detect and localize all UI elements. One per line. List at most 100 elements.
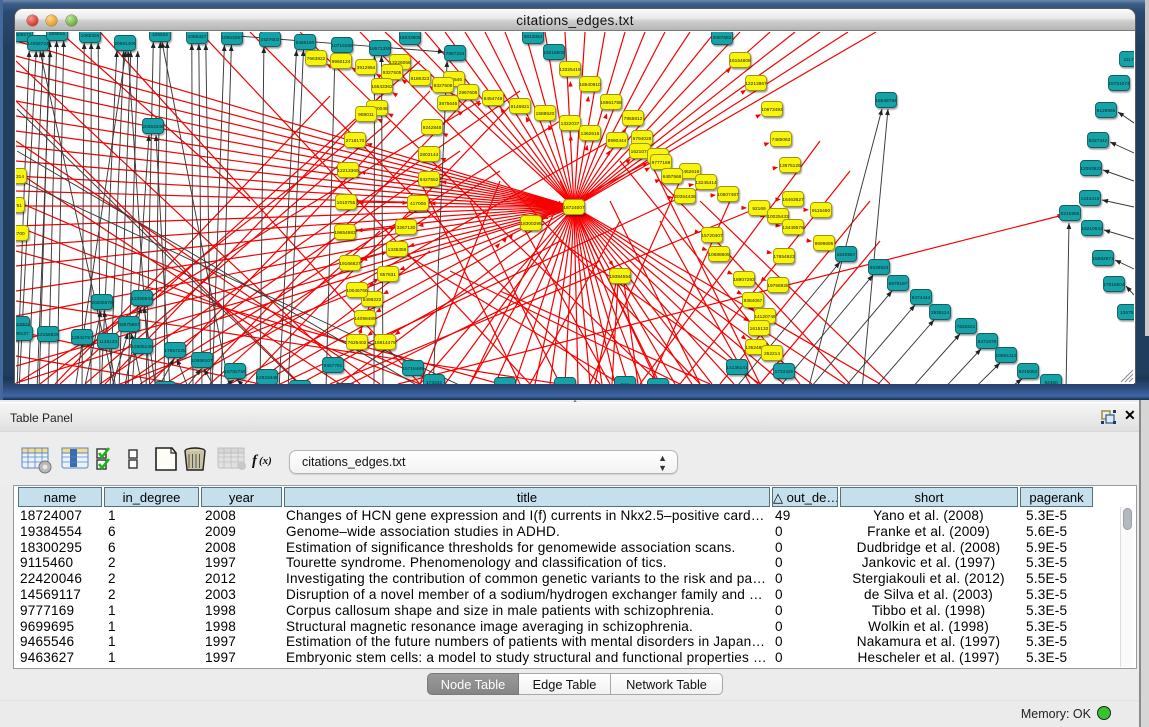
svg-text:129: 129 bbox=[501, 383, 509, 384]
svg-text:9327508: 9327508 bbox=[434, 83, 453, 89]
svg-text:3912954: 3912954 bbox=[357, 65, 376, 71]
svg-text:16671355: 16671355 bbox=[369, 46, 391, 52]
svg-text:1610755: 1610755 bbox=[337, 200, 356, 206]
svg-text:10688609: 10688609 bbox=[708, 252, 730, 258]
svg-text:9457791: 9457791 bbox=[324, 363, 343, 369]
svg-text:9474444: 9474444 bbox=[912, 295, 931, 301]
svg-text:12213369: 12213369 bbox=[337, 168, 359, 174]
svg-text:9777169: 9777169 bbox=[652, 160, 671, 166]
svg-text:18300295: 18300295 bbox=[520, 221, 542, 227]
svg-text:20353346: 20353346 bbox=[142, 124, 164, 130]
svg-text:2718170: 2718170 bbox=[346, 138, 365, 144]
svg-text:13245414: 13245414 bbox=[695, 180, 717, 186]
svg-text:14099489: 14099489 bbox=[354, 316, 376, 322]
svg-text:(x): (x) bbox=[259, 455, 272, 467]
svg-text:1244415: 1244415 bbox=[1081, 196, 1100, 202]
svg-text:12942757: 12942757 bbox=[71, 335, 93, 341]
svg-text:9115460: 9115460 bbox=[812, 208, 831, 214]
svg-text:14136141: 14136141 bbox=[726, 365, 748, 371]
svg-text:14055724: 14055724 bbox=[27, 41, 49, 47]
svg-text:20364436: 20364436 bbox=[674, 194, 696, 200]
svg-text:1615132: 1615132 bbox=[750, 326, 769, 332]
svg-text:10654112: 10654112 bbox=[996, 353, 1017, 359]
svg-text:39127: 39127 bbox=[16, 331, 29, 337]
svg-text:16543362: 16543362 bbox=[371, 84, 393, 90]
svg-text:1362615: 1362615 bbox=[581, 131, 600, 137]
svg-text:7663822: 7663822 bbox=[307, 56, 326, 62]
svg-text:6497568: 6497568 bbox=[663, 174, 682, 180]
svg-text:10653267: 10653267 bbox=[221, 35, 243, 41]
svg-text:9960124: 9960124 bbox=[332, 59, 351, 65]
svg-text:10025433: 10025433 bbox=[767, 214, 789, 220]
svg-text:f: f bbox=[252, 453, 259, 469]
svg-text:8471676: 8471676 bbox=[978, 339, 997, 345]
svg-text:1065327: 1065327 bbox=[188, 34, 207, 40]
svg-text:8186323: 8186323 bbox=[411, 76, 430, 82]
svg-text:1621072: 1621072 bbox=[631, 149, 650, 155]
svg-text:142751: 142751 bbox=[16, 203, 22, 209]
svg-text:16154808: 16154808 bbox=[729, 58, 751, 64]
svg-text:10046766: 10046766 bbox=[346, 288, 368, 294]
svg-text:252214: 252214 bbox=[764, 351, 780, 357]
svg-text:19218506: 19218506 bbox=[543, 50, 565, 56]
svg-text:18907293: 18907293 bbox=[733, 277, 755, 283]
svg-text:18640910: 18640910 bbox=[579, 82, 601, 88]
svg-text:1065326: 1065326 bbox=[81, 33, 100, 39]
svg-text:10973493: 10973493 bbox=[761, 107, 783, 113]
svg-text:9245052: 9245052 bbox=[1019, 369, 1038, 375]
svg-text:206915: 206915 bbox=[49, 32, 65, 37]
svg-text:15716485: 15716485 bbox=[402, 366, 424, 372]
svg-text:2087682: 2087682 bbox=[713, 35, 732, 41]
svg-text:857831: 857831 bbox=[380, 272, 396, 278]
svg-text:13325419: 13325419 bbox=[559, 67, 581, 73]
svg-text:92450: 92450 bbox=[1044, 380, 1058, 384]
svg-text:12093822: 12093822 bbox=[1080, 166, 1102, 172]
svg-text:1527602: 1527602 bbox=[261, 37, 280, 43]
svg-text:13449575: 13449575 bbox=[782, 225, 804, 231]
svg-text:16033809: 16033809 bbox=[399, 35, 421, 41]
svg-text:17957225: 17957225 bbox=[164, 348, 186, 354]
svg-text:9129966: 9129966 bbox=[1097, 108, 1116, 114]
svg-text:14120746: 14120746 bbox=[754, 314, 776, 320]
svg-text:8215955: 8215955 bbox=[1061, 211, 1080, 217]
svg-text:12923448: 12923448 bbox=[256, 375, 278, 381]
svg-text:1588520: 1588520 bbox=[536, 111, 555, 117]
svg-text:9227342: 9227342 bbox=[1089, 138, 1108, 144]
svg-text:9384067: 9384067 bbox=[744, 298, 763, 304]
svg-text:106532: 106532 bbox=[152, 32, 168, 38]
svg-text:6794028: 6794028 bbox=[633, 136, 652, 142]
svg-text:16961758: 16961758 bbox=[600, 100, 622, 106]
svg-text:10958107: 10958107 bbox=[191, 358, 213, 364]
svg-text:7955812: 7955812 bbox=[624, 116, 643, 122]
svg-text:989011: 989011 bbox=[358, 112, 374, 118]
svg-text:173342: 173342 bbox=[426, 380, 442, 384]
svg-text:6466160: 6466160 bbox=[296, 40, 315, 46]
svg-text:1640957: 1640957 bbox=[837, 252, 856, 258]
svg-text:3875645: 3875645 bbox=[439, 101, 458, 107]
svg-text:16648784: 16648784 bbox=[875, 98, 897, 104]
svg-text:20691406: 20691406 bbox=[114, 41, 136, 47]
svg-text:1322037: 1322037 bbox=[561, 121, 580, 127]
svg-text:9242848: 9242848 bbox=[423, 125, 442, 131]
svg-text:16782759: 16782759 bbox=[224, 369, 246, 375]
svg-text:9146821: 9146821 bbox=[511, 104, 530, 110]
svg-text:944: 944 bbox=[621, 382, 629, 384]
svg-text:8938923: 8938923 bbox=[870, 265, 889, 271]
svg-text:9327505: 9327505 bbox=[383, 70, 402, 76]
svg-text:20206576: 20206576 bbox=[91, 300, 113, 306]
svg-text:13975125: 13975125 bbox=[779, 163, 801, 169]
svg-text:15751074: 15751074 bbox=[1108, 81, 1130, 87]
svg-text:15720407: 15720407 bbox=[701, 233, 723, 239]
svg-text:16463627: 16463627 bbox=[782, 197, 804, 203]
svg-text:10719155: 10719155 bbox=[331, 43, 353, 49]
svg-text:12213967: 12213967 bbox=[745, 81, 767, 87]
svg-text:16914479: 16914479 bbox=[374, 340, 396, 346]
svg-text:2967608: 2967608 bbox=[459, 90, 478, 96]
svg-text:8454749: 8454749 bbox=[484, 96, 503, 102]
svg-text:19166827: 19166827 bbox=[339, 261, 361, 267]
svg-text:12156829: 12156829 bbox=[37, 332, 59, 338]
svg-text:17016504: 17016504 bbox=[1103, 282, 1125, 288]
svg-text:7857224: 7857224 bbox=[446, 51, 465, 57]
svg-text:6879197: 6879197 bbox=[889, 281, 908, 287]
svg-text:2935114: 2935114 bbox=[931, 310, 950, 316]
